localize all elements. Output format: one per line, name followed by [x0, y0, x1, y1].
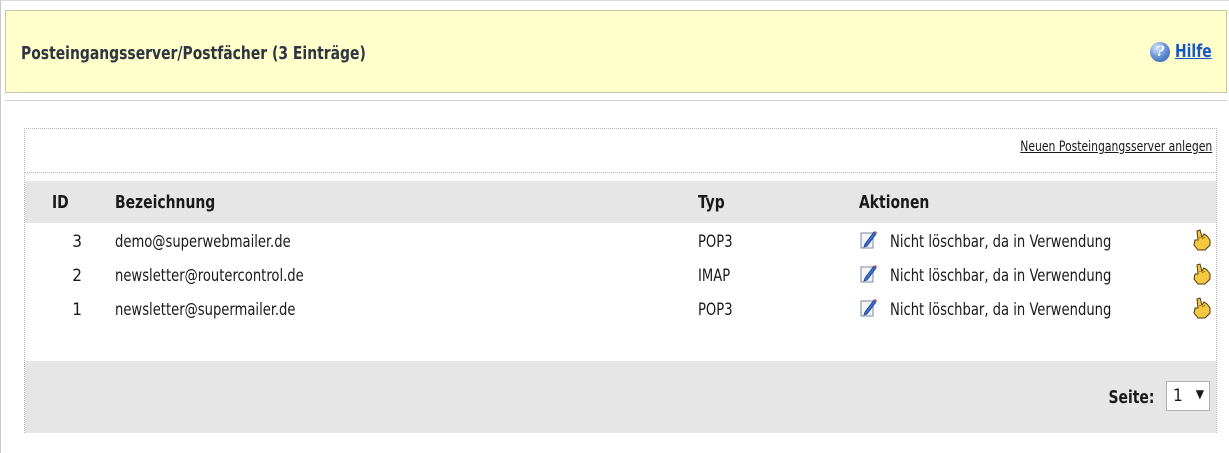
table-row: 1 newsletter@supermailer.de POP3 Nicht l… [25, 293, 1216, 327]
column-header-actions: Aktionen [859, 192, 930, 213]
page-header: Posteingangsserver/Postfächer (3 Einträg… [5, 10, 1227, 93]
page-select[interactable]: 1 ▼ [1166, 381, 1210, 411]
table-header: ID Bezeichnung Typ Aktionen [25, 181, 1216, 223]
new-server-link[interactable]: Neuen Posteingangsserver anlegen [1020, 139, 1212, 155]
column-header-name: Bezeichnung [115, 192, 216, 213]
panel-divider [25, 172, 1216, 173]
page-title: Posteingangsserver/Postfächer (3 Einträg… [21, 43, 366, 64]
edit-pencil-icon[interactable] [860, 230, 878, 250]
row-name: newsletter@supermailer.de [115, 300, 296, 320]
help-link[interactable]: Hilfe [1175, 41, 1212, 62]
column-header-id: ID [52, 192, 69, 213]
edit-pencil-icon[interactable] [860, 298, 878, 318]
header-divider [5, 100, 1227, 101]
row-type: POP3 [698, 300, 733, 320]
table-row: 3 demo@superwebmailer.de POP3 Nicht lösc… [25, 225, 1216, 259]
column-header-type: Typ [698, 192, 725, 213]
row-name: newsletter@routercontrol.de [115, 266, 304, 286]
mailbox-panel: Neuen Posteingangsserver anlegen ID Beze… [24, 128, 1217, 433]
row-action-text: Nicht löschbar, da in Verwendung [890, 300, 1112, 320]
row-type: POP3 [698, 232, 733, 252]
row-id: 2 [72, 266, 82, 286]
help-link-group[interactable]: ? Hilfe [1150, 41, 1218, 62]
page-select-value: 1 [1173, 386, 1183, 406]
row-name: demo@superwebmailer.de [115, 232, 291, 252]
chevron-down-icon: ▼ [1195, 387, 1204, 401]
edit-pencil-icon[interactable] [860, 264, 878, 284]
hand-pointer-icon[interactable] [1190, 262, 1214, 286]
row-action-text: Nicht löschbar, da in Verwendung [890, 266, 1112, 286]
row-action-text: Nicht löschbar, da in Verwendung [890, 232, 1112, 252]
row-type: IMAP [698, 266, 731, 286]
help-icon[interactable]: ? [1150, 41, 1171, 62]
row-id: 3 [72, 232, 82, 252]
pagination-bar: Seite: 1 ▼ [25, 361, 1216, 433]
table-row: 2 newsletter@routercontrol.de IMAP Nicht… [25, 259, 1216, 293]
pagination-label: Seite: [1108, 387, 1154, 408]
hand-pointer-icon[interactable] [1190, 228, 1214, 252]
row-id: 1 [72, 300, 82, 320]
hand-pointer-icon[interactable] [1190, 296, 1214, 320]
